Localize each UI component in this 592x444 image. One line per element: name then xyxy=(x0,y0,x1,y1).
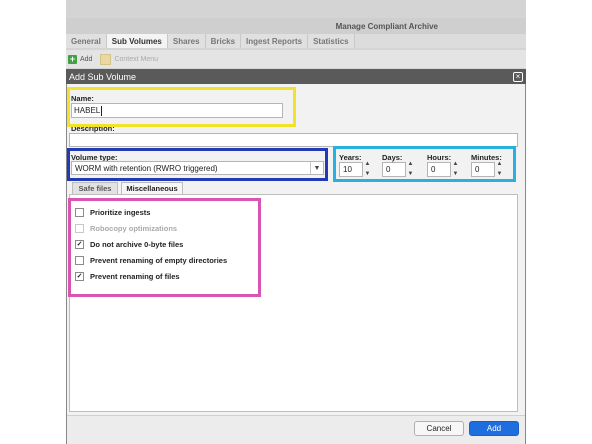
tab-safe-files[interactable]: Safe files xyxy=(72,182,118,194)
context-menu-label: Context Menu xyxy=(114,55,159,63)
tab-ingest-reports[interactable]: Ingest Reports xyxy=(241,34,309,48)
add-toolbar-button[interactable]: + Add xyxy=(68,53,93,64)
tab-sub-volumes[interactable]: Sub Volumes xyxy=(106,34,168,48)
tab-shares[interactable]: Shares xyxy=(167,34,206,48)
tab-bricks[interactable]: Bricks xyxy=(205,34,242,48)
tab-general[interactable]: General xyxy=(66,34,107,48)
add-toolbar-label: Add xyxy=(80,55,93,63)
highlight-retention-box xyxy=(333,146,516,182)
context-menu-button[interactable]: Context Menu xyxy=(100,53,159,65)
add-button[interactable]: Add xyxy=(469,421,519,436)
tab-bar: General Sub Volumes Shares Bricks Ingest… xyxy=(66,34,526,48)
context-menu-icon xyxy=(100,53,112,65)
tab-miscellaneous[interactable]: Miscellaneous xyxy=(121,182,183,194)
dialog-title: Add Sub Volume xyxy=(66,69,526,84)
highlight-name-box xyxy=(67,87,296,127)
cancel-button[interactable]: Cancel xyxy=(414,421,464,436)
plus-icon: + xyxy=(68,53,77,64)
highlight-volume-type-box xyxy=(67,148,328,181)
close-icon[interactable]: × xyxy=(513,72,523,82)
tab-statistics[interactable]: Statistics xyxy=(308,34,355,48)
description-input[interactable] xyxy=(69,133,518,147)
highlight-options-box xyxy=(68,198,261,297)
toolbar: + Add Context Menu xyxy=(66,50,526,68)
window-title: Manage Compliant Archive xyxy=(66,18,526,34)
